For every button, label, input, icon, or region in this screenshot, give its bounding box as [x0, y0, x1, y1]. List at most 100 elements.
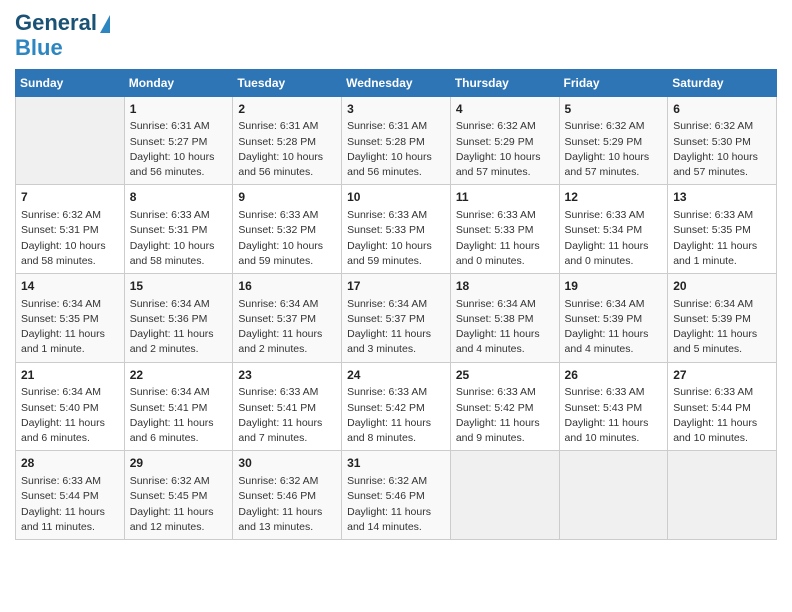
- calendar-cell: 13 Sunrise: 6:33 AM Sunset: 5:35 PM Dayli…: [668, 185, 777, 274]
- calendar-cell: 7 Sunrise: 6:32 AM Sunset: 5:31 PM Daylig…: [16, 185, 125, 274]
- calendar-cell: 3Sunrise: 6:31 AM Sunset: 5:28 PM Daylig…: [342, 96, 451, 185]
- day-info: Sunrise: 6:33 AM Sunset: 5:43 PM Dayligh…: [565, 385, 663, 446]
- day-number: 23: [238, 367, 336, 384]
- calendar-cell: 8Sunrise: 6:33 AM Sunset: 5:31 PM Daylig…: [124, 185, 233, 274]
- day-info: Sunrise: 6:34 AM Sunset: 5:39 PM Dayligh…: [673, 297, 771, 358]
- logo-text: General Blue: [15, 10, 110, 61]
- day-info: Sunrise: 6:33 AM Sunset: 5:35 PM Dayligh…: [673, 208, 771, 269]
- day-of-week-header: Tuesday: [233, 69, 342, 96]
- day-info: Sunrise: 6:32 AM Sunset: 5:45 PM Dayligh…: [130, 474, 228, 535]
- calendar-cell: 10 Sunrise: 6:33 AM Sunset: 5:33 PM Dayli…: [342, 185, 451, 274]
- day-number: 20: [673, 278, 771, 295]
- day-number: 10: [347, 189, 445, 206]
- day-number: 26: [565, 367, 663, 384]
- calendar-cell: 15Sunrise: 6:34 AM Sunset: 5:36 PM Dayli…: [124, 273, 233, 362]
- calendar-cell: 16 Sunrise: 6:34 AM Sunset: 5:37 PM Dayli…: [233, 273, 342, 362]
- calendar-cell: [450, 451, 559, 540]
- day-number: 14: [21, 278, 119, 295]
- calendar-cell: 21Sunrise: 6:34 AM Sunset: 5:40 PM Dayli…: [16, 362, 125, 451]
- day-of-week-header: Sunday: [16, 69, 125, 96]
- day-info: Sunrise: 6:33 AM Sunset: 5:44 PM Dayligh…: [673, 385, 771, 446]
- day-number: 18: [456, 278, 554, 295]
- calendar-cell: 22Sunrise: 6:34 AM Sunset: 5:41 PM Dayli…: [124, 362, 233, 451]
- day-of-week-header: Friday: [559, 69, 668, 96]
- day-number: 1: [130, 101, 228, 118]
- day-number: 19: [565, 278, 663, 295]
- calendar-cell: 24Sunrise: 6:33 AM Sunset: 5:42 PM Dayli…: [342, 362, 451, 451]
- calendar-cell: 28Sunrise: 6:33 AM Sunset: 5:44 PM Dayli…: [16, 451, 125, 540]
- calendar-week: 14 Sunrise: 6:34 AM Sunset: 5:35 PM Dayli…: [16, 273, 777, 362]
- calendar-cell: 19 Sunrise: 6:34 AM Sunset: 5:39 PM Dayli…: [559, 273, 668, 362]
- calendar-cell: 27Sunrise: 6:33 AM Sunset: 5:44 PM Dayli…: [668, 362, 777, 451]
- day-info: Sunrise: 6:34 AM Sunset: 5:41 PM Dayligh…: [130, 385, 228, 446]
- day-number: 30: [238, 455, 336, 472]
- day-of-week-header: Thursday: [450, 69, 559, 96]
- calendar-cell: 1Sunrise: 6:31 AM Sunset: 5:27 PM Daylig…: [124, 96, 233, 185]
- calendar-cell: [668, 451, 777, 540]
- day-number: 13: [673, 189, 771, 206]
- day-number: 9: [238, 189, 336, 206]
- page-header: General Blue: [15, 10, 777, 61]
- day-info: Sunrise: 6:32 AM Sunset: 5:30 PM Dayligh…: [673, 119, 771, 180]
- calendar-cell: 14 Sunrise: 6:34 AM Sunset: 5:35 PM Dayli…: [16, 273, 125, 362]
- calendar-cell: 20 Sunrise: 6:34 AM Sunset: 5:39 PM Dayli…: [668, 273, 777, 362]
- day-info: Sunrise: 6:34 AM Sunset: 5:35 PM Dayligh…: [21, 297, 119, 358]
- logo: General Blue: [15, 10, 110, 61]
- day-info: Sunrise: 6:34 AM Sunset: 5:37 PM Dayligh…: [347, 297, 445, 358]
- day-number: 5: [565, 101, 663, 118]
- calendar-week: 21Sunrise: 6:34 AM Sunset: 5:40 PM Dayli…: [16, 362, 777, 451]
- day-number: 24: [347, 367, 445, 384]
- day-info: Sunrise: 6:33 AM Sunset: 5:41 PM Dayligh…: [238, 385, 336, 446]
- calendar-cell: 31Sunrise: 6:32 AM Sunset: 5:46 PM Dayli…: [342, 451, 451, 540]
- day-number: 4: [456, 101, 554, 118]
- day-info: Sunrise: 6:34 AM Sunset: 5:36 PM Dayligh…: [130, 297, 228, 358]
- calendar-cell: 12 Sunrise: 6:33 AM Sunset: 5:34 PM Dayli…: [559, 185, 668, 274]
- day-info: Sunrise: 6:33 AM Sunset: 5:42 PM Dayligh…: [347, 385, 445, 446]
- calendar-cell: 4Sunrise: 6:32 AM Sunset: 5:29 PM Daylig…: [450, 96, 559, 185]
- day-number: 16: [238, 278, 336, 295]
- day-info: Sunrise: 6:33 AM Sunset: 5:33 PM Dayligh…: [347, 208, 445, 269]
- day-info: Sunrise: 6:34 AM Sunset: 5:40 PM Dayligh…: [21, 385, 119, 446]
- day-info: Sunrise: 6:33 AM Sunset: 5:42 PM Dayligh…: [456, 385, 554, 446]
- day-of-week-header: Wednesday: [342, 69, 451, 96]
- calendar-cell: 6Sunrise: 6:32 AM Sunset: 5:30 PM Daylig…: [668, 96, 777, 185]
- day-info: Sunrise: 6:32 AM Sunset: 5:29 PM Dayligh…: [456, 119, 554, 180]
- calendar-cell: 26Sunrise: 6:33 AM Sunset: 5:43 PM Dayli…: [559, 362, 668, 451]
- day-info: Sunrise: 6:34 AM Sunset: 5:37 PM Dayligh…: [238, 297, 336, 358]
- calendar-week: 7 Sunrise: 6:32 AM Sunset: 5:31 PM Daylig…: [16, 185, 777, 274]
- day-number: 6: [673, 101, 771, 118]
- calendar-table: SundayMondayTuesdayWednesdayThursdayFrid…: [15, 69, 777, 540]
- day-of-week-header: Saturday: [668, 69, 777, 96]
- day-of-week-header: Monday: [124, 69, 233, 96]
- day-info: Sunrise: 6:33 AM Sunset: 5:34 PM Dayligh…: [565, 208, 663, 269]
- day-number: 21: [21, 367, 119, 384]
- day-info: Sunrise: 6:32 AM Sunset: 5:29 PM Dayligh…: [565, 119, 663, 180]
- calendar-cell: 11Sunrise: 6:33 AM Sunset: 5:33 PM Dayli…: [450, 185, 559, 274]
- calendar-header: SundayMondayTuesdayWednesdayThursdayFrid…: [16, 69, 777, 96]
- day-number: 27: [673, 367, 771, 384]
- calendar-cell: 17Sunrise: 6:34 AM Sunset: 5:37 PM Dayli…: [342, 273, 451, 362]
- day-info: Sunrise: 6:33 AM Sunset: 5:33 PM Dayligh…: [456, 208, 554, 269]
- day-number: 22: [130, 367, 228, 384]
- day-info: Sunrise: 6:34 AM Sunset: 5:38 PM Dayligh…: [456, 297, 554, 358]
- calendar-cell: 2Sunrise: 6:31 AM Sunset: 5:28 PM Daylig…: [233, 96, 342, 185]
- calendar-cell: 9Sunrise: 6:33 AM Sunset: 5:32 PM Daylig…: [233, 185, 342, 274]
- day-info: Sunrise: 6:31 AM Sunset: 5:28 PM Dayligh…: [238, 119, 336, 180]
- day-number: 29: [130, 455, 228, 472]
- day-info: Sunrise: 6:32 AM Sunset: 5:46 PM Dayligh…: [347, 474, 445, 535]
- day-number: 7: [21, 189, 119, 206]
- calendar-cell: [16, 96, 125, 185]
- day-number: 12: [565, 189, 663, 206]
- day-number: 25: [456, 367, 554, 384]
- calendar-week: 28Sunrise: 6:33 AM Sunset: 5:44 PM Dayli…: [16, 451, 777, 540]
- day-number: 3: [347, 101, 445, 118]
- day-info: Sunrise: 6:32 AM Sunset: 5:46 PM Dayligh…: [238, 474, 336, 535]
- calendar-cell: 23Sunrise: 6:33 AM Sunset: 5:41 PM Dayli…: [233, 362, 342, 451]
- day-info: Sunrise: 6:34 AM Sunset: 5:39 PM Dayligh…: [565, 297, 663, 358]
- calendar-cell: 29 Sunrise: 6:32 AM Sunset: 5:45 PM Dayli…: [124, 451, 233, 540]
- day-info: Sunrise: 6:32 AM Sunset: 5:31 PM Dayligh…: [21, 208, 119, 269]
- day-info: Sunrise: 6:31 AM Sunset: 5:28 PM Dayligh…: [347, 119, 445, 180]
- day-number: 28: [21, 455, 119, 472]
- day-number: 2: [238, 101, 336, 118]
- calendar-week: 1Sunrise: 6:31 AM Sunset: 5:27 PM Daylig…: [16, 96, 777, 185]
